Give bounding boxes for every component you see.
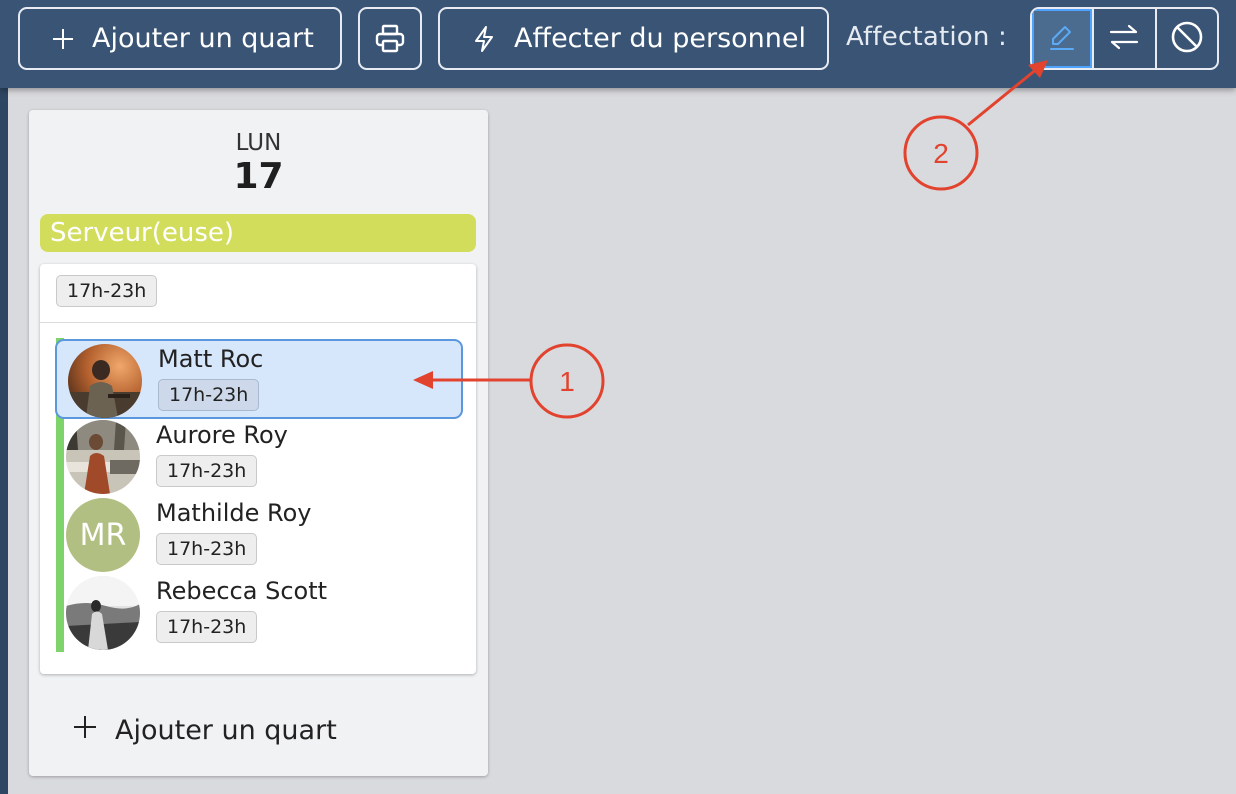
ban-icon [1170, 20, 1204, 58]
assignee-name: Matt Roc [158, 345, 264, 373]
day-name: LUN [235, 130, 282, 156]
role-header[interactable]: Serveur(euse) [40, 214, 476, 252]
add-shift-button[interactable]: Ajouter un quart [18, 7, 342, 70]
divider [40, 322, 476, 323]
assignee-item[interactable]: MR Mathilde Roy 17h-23h [55, 495, 463, 575]
callout-number-1: 1 [559, 366, 575, 397]
avatar [68, 344, 142, 418]
left-sidebar-edge [0, 0, 8, 794]
assignee-time-tag: 17h-23h [156, 533, 258, 565]
callout-circle-1 [529, 343, 605, 419]
assignee-name: Aurore Roy [156, 421, 288, 449]
assignee-name: Mathilde Roy [156, 499, 312, 527]
print-button[interactable] [358, 7, 422, 70]
pencil-icon [1046, 21, 1078, 57]
assignee-time-tag: 17h-23h [156, 611, 258, 643]
toolbar: Ajouter un quart Affecter du personnel A… [0, 0, 1236, 88]
assign-mode-swap-button[interactable] [1094, 9, 1157, 68]
printer-icon [374, 24, 406, 54]
assign-mode-disable-button[interactable] [1157, 9, 1217, 68]
add-shift-link[interactable]: Ajouter un quart [73, 715, 337, 746]
assignee-time-tag: 17h-23h [158, 379, 260, 411]
shift-time-tag: 17h-23h [56, 275, 158, 307]
assignee-item[interactable]: Aurore Roy 17h-23h [55, 417, 463, 497]
avatar [66, 420, 140, 494]
assign-staff-label: Affecter du personnel [514, 23, 807, 54]
day-column: LUN 17 Serveur(euse) 17h-23h Matt Roc 17… [29, 110, 488, 776]
add-shift-label: Ajouter un quart [92, 23, 314, 54]
assignee-name: Rebecca Scott [156, 577, 328, 605]
callout-number-2: 2 [933, 138, 949, 169]
plus-icon [52, 28, 74, 50]
plus-icon [73, 715, 97, 746]
swap-arrows-icon [1108, 23, 1140, 55]
assignee-item[interactable]: Rebecca Scott 17h-23h [55, 573, 463, 653]
avatar-initials: MR [66, 498, 140, 572]
assignee-item[interactable]: Matt Roc 17h-23h [55, 339, 463, 419]
assignment-mode-toggle [1030, 7, 1219, 70]
assignment-mode-label: Affectation : [846, 22, 1008, 52]
assign-mode-edit-button[interactable] [1032, 9, 1095, 68]
day-number: 17 [233, 156, 284, 197]
lightning-icon [472, 25, 496, 53]
assignee-time-tag: 17h-23h [156, 455, 258, 487]
add-shift-link-label: Ajouter un quart [115, 715, 337, 746]
avatar [66, 576, 140, 650]
callout-circle-2 [903, 115, 979, 191]
assign-staff-button[interactable]: Affecter du personnel [438, 7, 829, 70]
shift-card[interactable]: 17h-23h Matt Roc 17h-23h Aurore Roy 17h-… [40, 264, 476, 674]
